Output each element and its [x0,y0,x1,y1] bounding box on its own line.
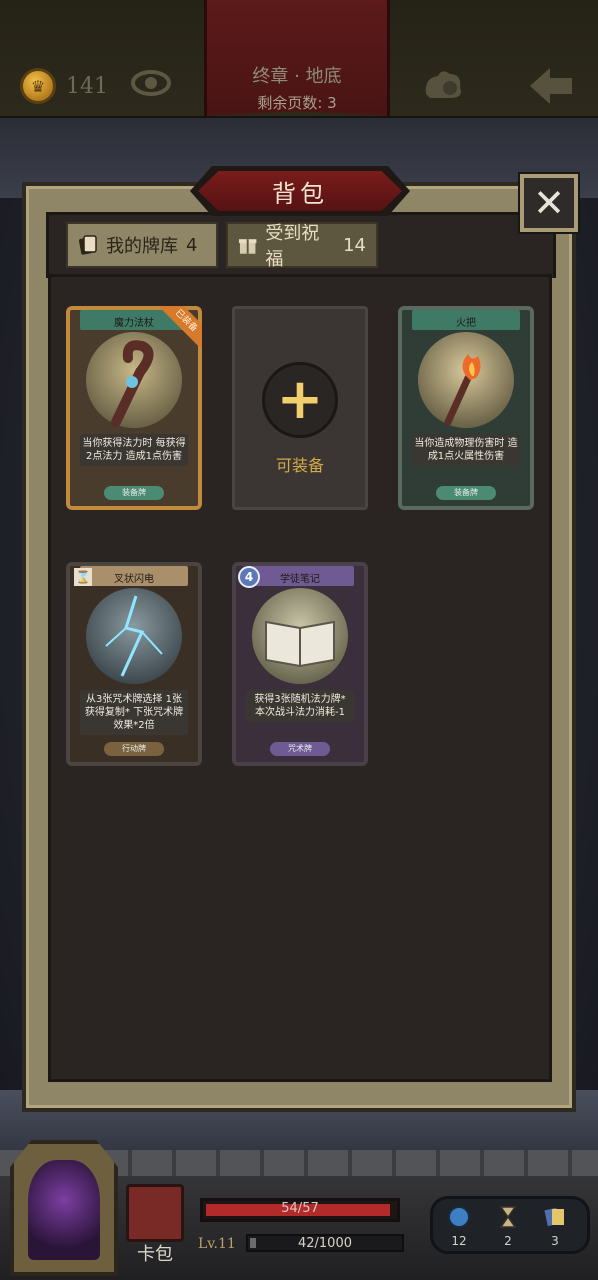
mana-orb-count: 12 [451,1234,467,1248]
card-description: 当你获得法力时 每获得2点法力 造成1点伤害 [80,434,188,466]
tab-blessings-count: 14 [343,234,366,256]
chapter-title: 终章 · 地底 [252,66,342,87]
panel-title: 背包 [198,171,402,211]
card-name: 火把 [456,318,476,329]
book-icon [265,620,335,668]
back-arrow-icon[interactable] [526,64,576,108]
card-description: 从3张咒术牌选择 1张获得复制* 下张咒术牌效果*2倍 [80,690,188,735]
hp-text: 54/57 [281,1201,319,1216]
tab-my-deck[interactable]: 我的牌库 4 [66,222,218,268]
card-forked-lightning[interactable]: ⌛ 叉状闪电 从3张咒术牌选择 1张获得复制* 下张咒术牌效果*2倍 行动牌 [66,562,202,766]
equippable-label: 可装备 [275,456,324,475]
cards-count: 3 [551,1234,559,1248]
tab-blessings[interactable]: 受到祝福 14 [226,222,378,270]
tab-my-deck-label: 我的牌库 [106,236,178,257]
card-torch[interactable]: 火把 当你造成物理伤害时 造成1点火属性伤害 装备牌 [398,306,534,510]
card-pack-label[interactable]: 卡包 [126,1240,184,1266]
character-portrait[interactable] [28,1160,100,1260]
hourglass-count: 2 [504,1234,512,1248]
plus-icon[interactable]: + [262,362,338,438]
lightning-icon [105,595,163,677]
card-type-tag: 行动牌 [104,742,164,756]
gift-icon [238,239,257,254]
card-type-tag: 装备牌 [436,486,496,500]
card-description: 当你造成物理伤害时 造成1点火属性伤害 [412,434,520,466]
card-name: 叉状闪电 [114,574,154,585]
card-art [418,332,514,428]
card-deck-icon [79,235,97,255]
tab-my-deck-count: 4 [186,234,198,256]
card-type-tag: 装备牌 [104,486,164,500]
card-apprentice-notes[interactable]: 4 学徒笔记 获得3张随机法力牌* 本次战斗法力消耗-1 咒术牌 [232,562,368,766]
pages-left: 剩余页数: 3 [257,94,337,112]
card-type-tag: 咒术牌 [270,742,330,756]
eye-icon[interactable] [130,68,172,98]
cards-icon [544,1207,564,1227]
tab-blessings-label: 受到祝福 [265,223,320,270]
coin-icon: ♛ [20,68,56,104]
card-description: 获得3张随机法力牌* 本次战斗法力消耗-1 [246,690,354,722]
torch-icon [444,354,481,426]
coin-count: 141 [66,74,108,99]
hourglass-icon [499,1206,517,1228]
card-art [86,588,182,684]
xp-text: 42/1000 [297,1236,352,1251]
close-button[interactable]: ✕ [518,172,580,234]
mana-orb-icon [448,1206,470,1228]
level-label: Lv.11 [198,1236,236,1252]
card-name: 学徒笔记 [280,574,320,585]
card-art [252,588,348,684]
staff-icon [111,340,154,427]
map-icon[interactable] [420,64,466,104]
card-magic-staff[interactable]: 魔力法杖 已装备 当你获得法力时 每获得2点法力 造成1点伤害 装备牌 [66,306,202,510]
card-art [86,332,182,428]
card-pack-icon[interactable] [126,1184,184,1242]
